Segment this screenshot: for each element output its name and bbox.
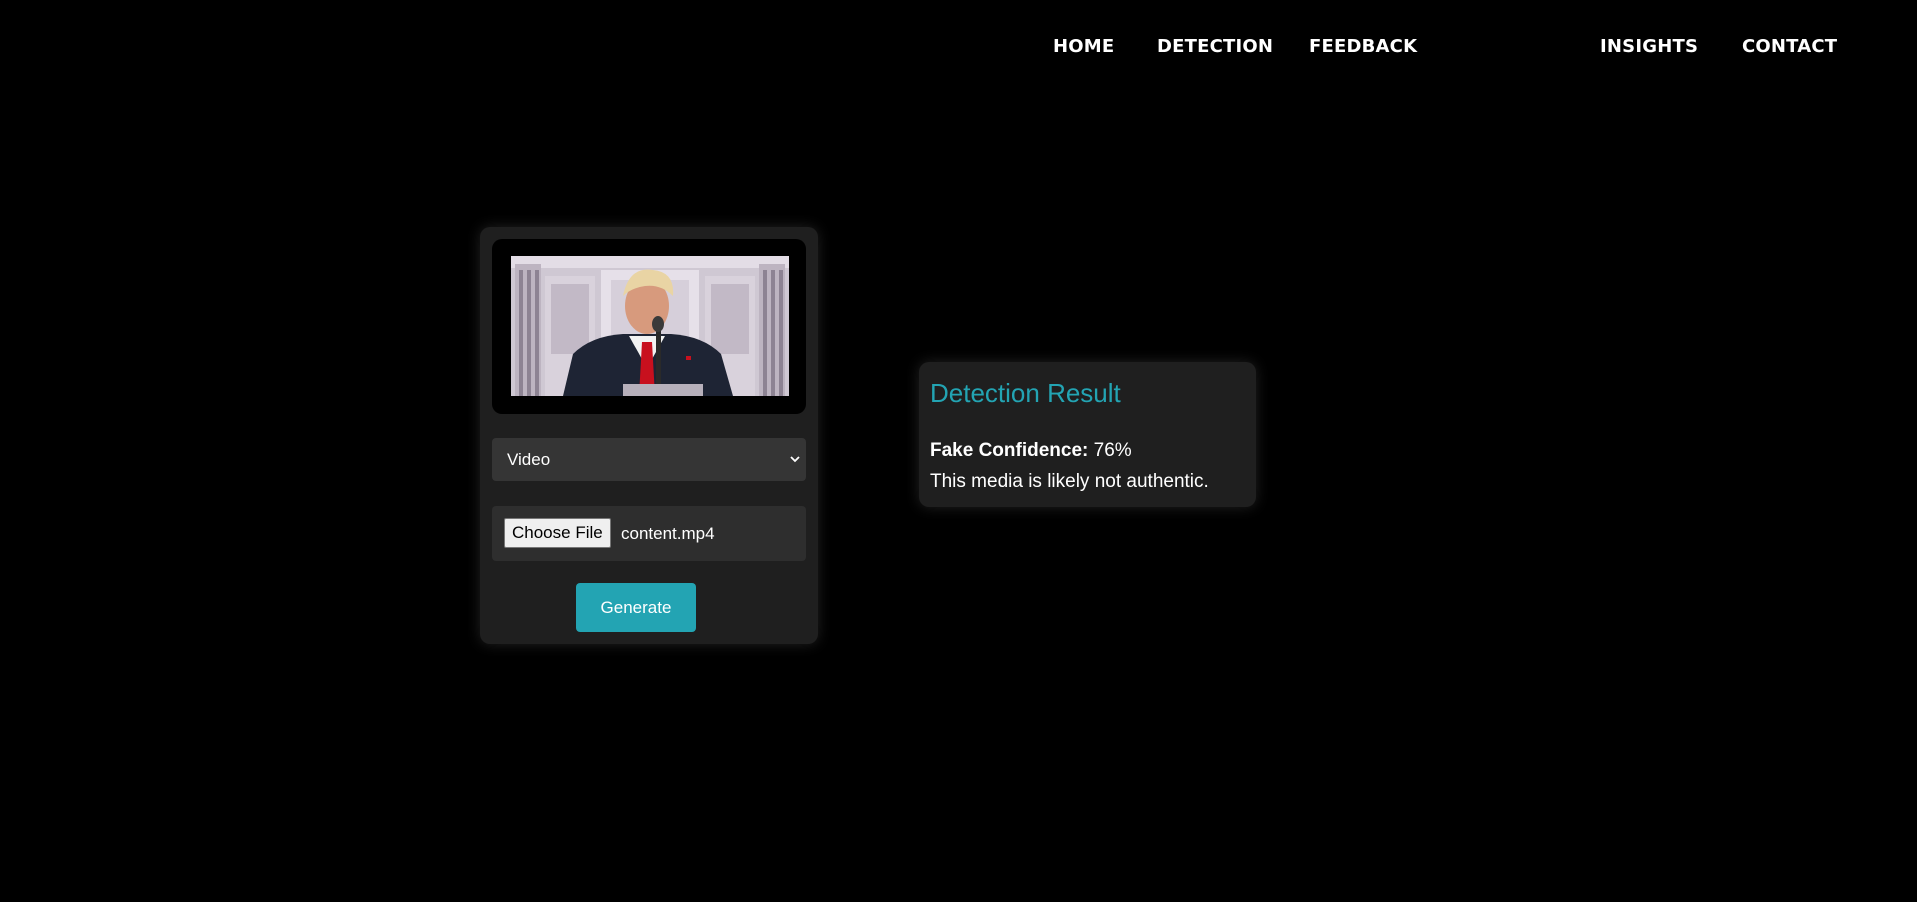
selected-file-name: content.mp4 [621, 524, 715, 543]
video-thumbnail-image [511, 256, 789, 396]
confidence-value: 76% [1093, 440, 1132, 461]
media-preview-video[interactable] [511, 256, 789, 396]
media-type-select[interactable]: Video [492, 438, 806, 481]
confidence-label: Fake Confidence: [930, 440, 1089, 461]
media-preview-frame [492, 239, 806, 414]
detection-result-panel: Detection Result Fake Confidence: 76% Th… [919, 362, 1256, 507]
nav-home-link[interactable]: HOME [1053, 36, 1114, 57]
confidence-line: Fake Confidence: 76% [930, 440, 1132, 462]
result-title: Detection Result [930, 378, 1121, 408]
generate-button[interactable]: Generate [576, 583, 696, 632]
chevron-down-icon [790, 456, 800, 463]
nav-contact-link[interactable]: CONTACT [1742, 36, 1837, 57]
result-message: This media is likely not authentic. [930, 471, 1209, 492]
nav-feedback-link[interactable]: FEEDBACK [1309, 36, 1417, 57]
nav-detection-link[interactable]: DETECTION [1157, 36, 1273, 57]
file-input: Choose File content.mp4 [492, 506, 806, 561]
page: HOME DETECTION FEEDBACK INSIGHTS CONTACT [0, 0, 1917, 902]
top-navigation: HOME DETECTION FEEDBACK INSIGHTS CONTACT [0, 0, 1917, 96]
upload-panel: Video Choose File content.mp4 Generate [480, 227, 818, 644]
nav-insights-link[interactable]: INSIGHTS [1600, 36, 1698, 57]
choose-file-button[interactable]: Choose File [504, 518, 611, 548]
media-type-selected-value: Video [507, 450, 551, 469]
